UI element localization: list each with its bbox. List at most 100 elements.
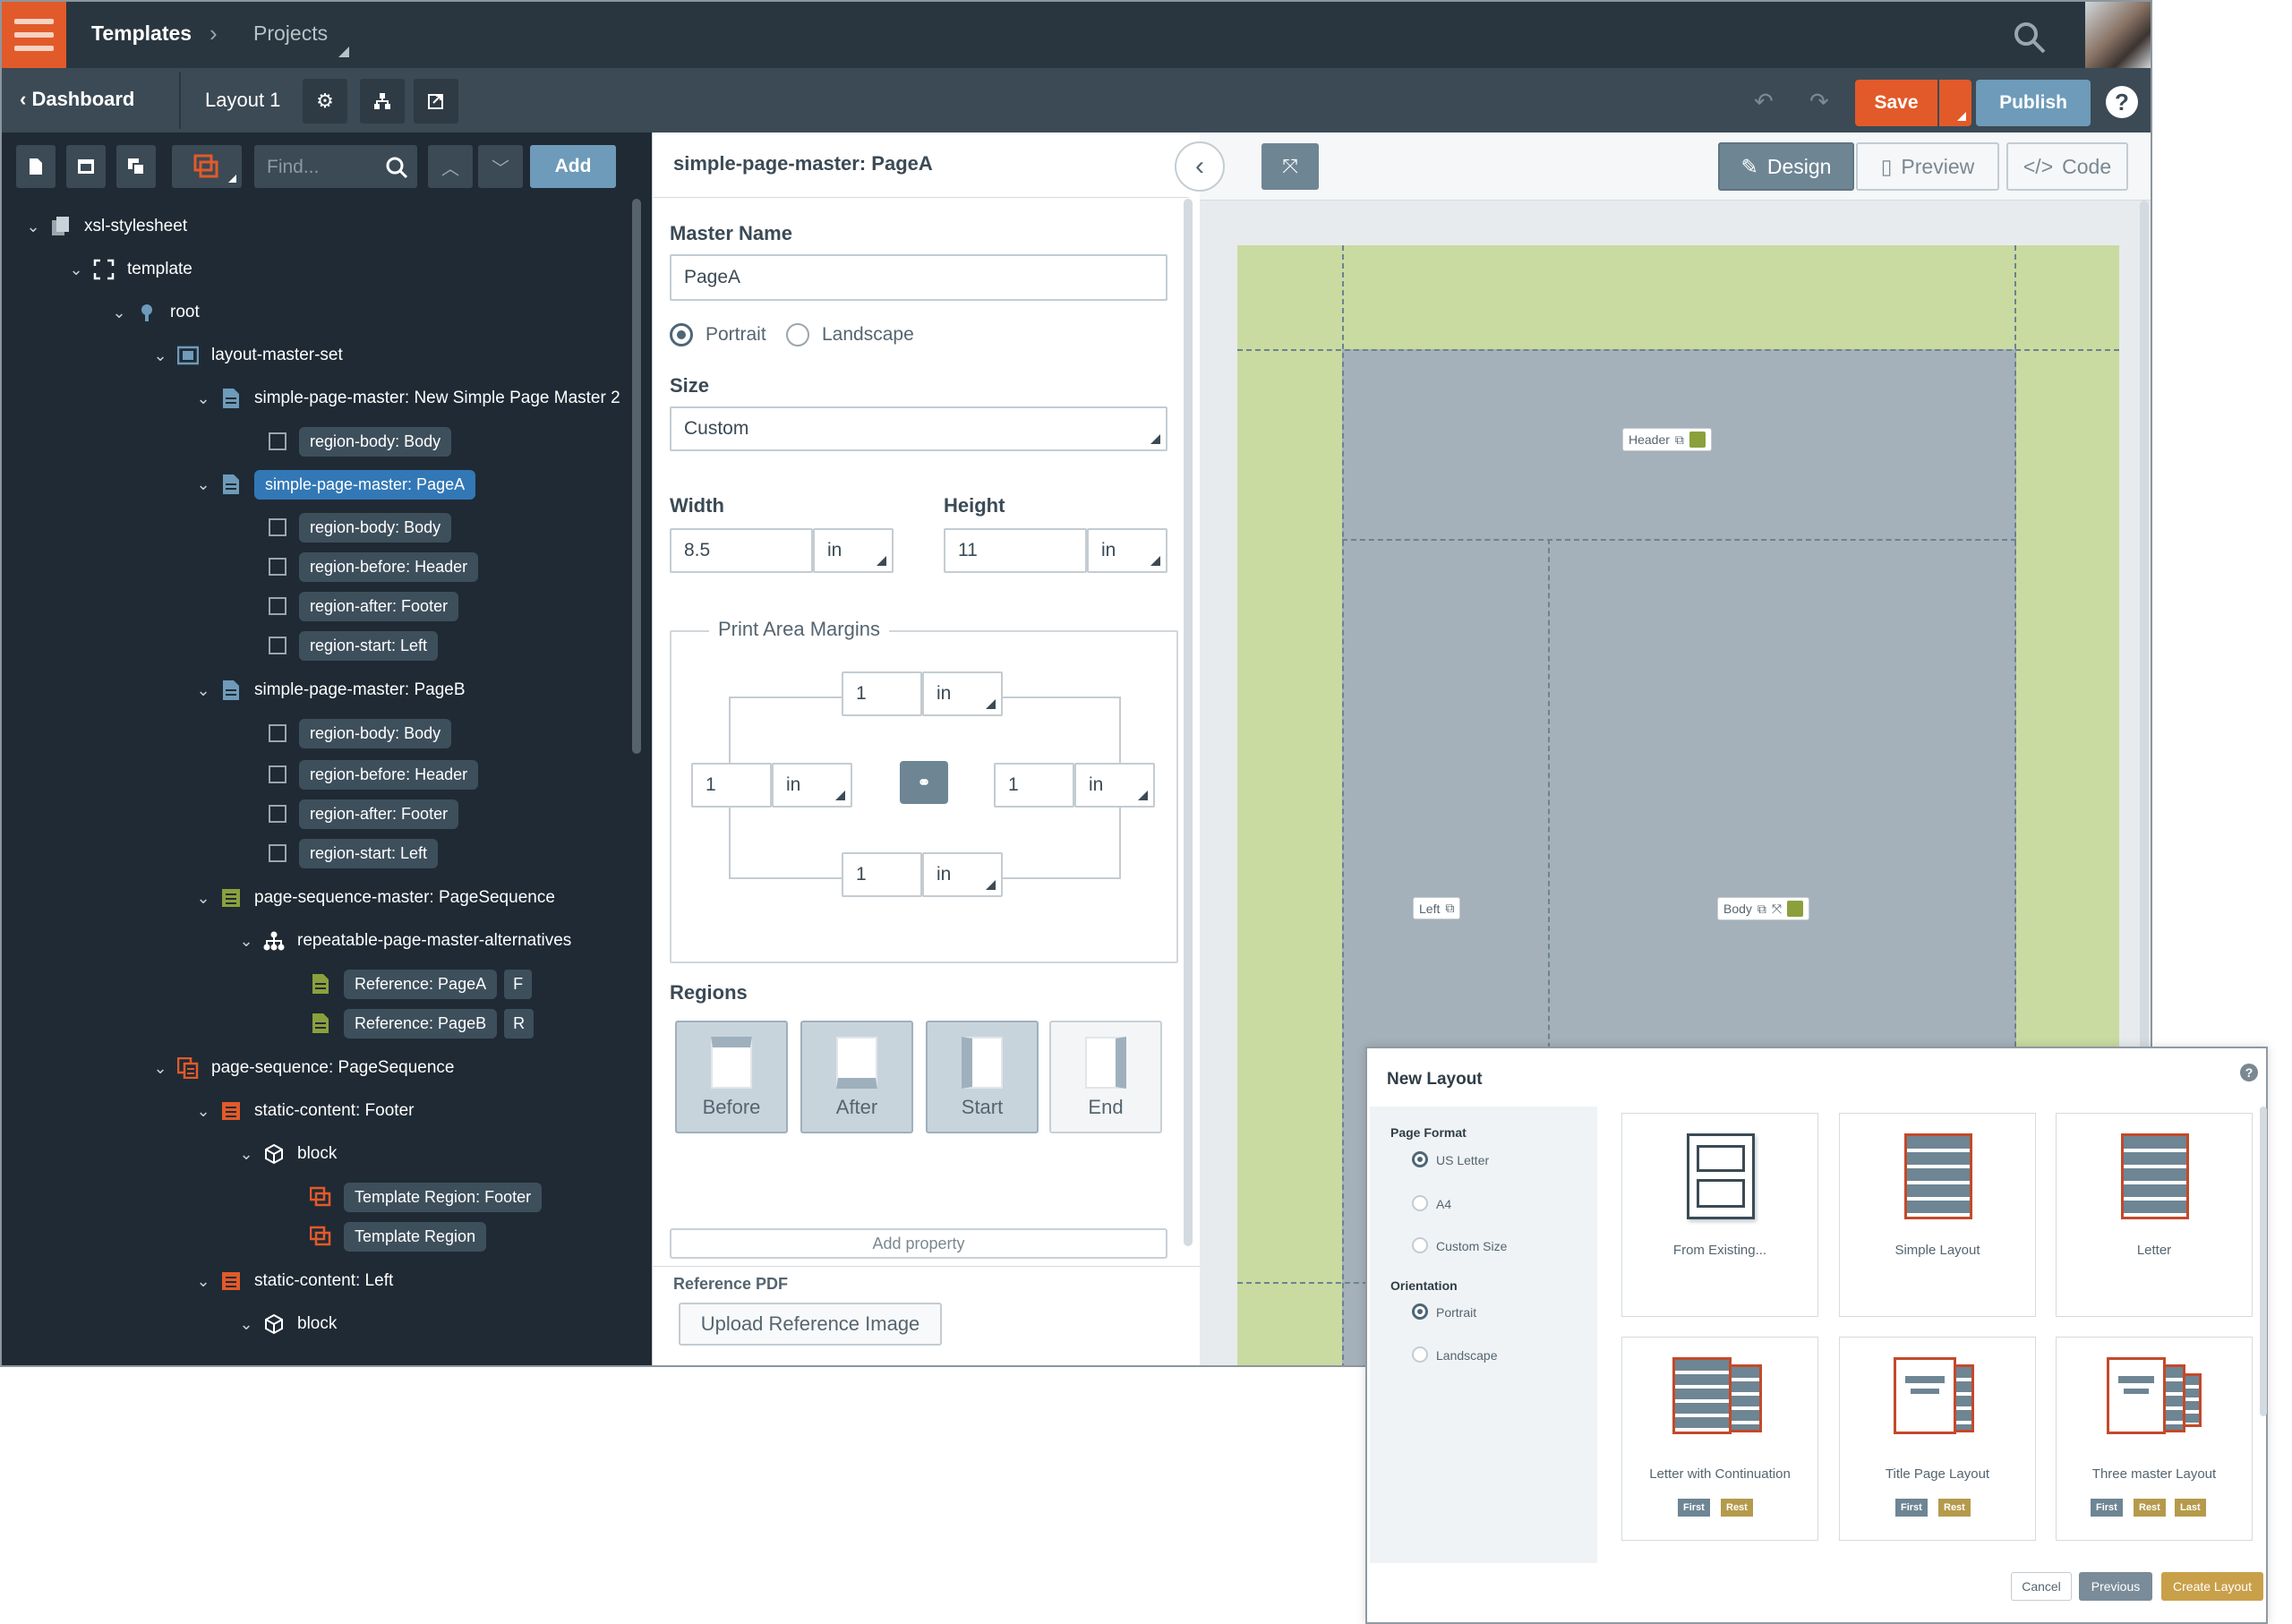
margin-left-input[interactable]: 1 [691,763,772,808]
body-region-tag[interactable]: Body ⧉ ⤧ [1717,897,1810,920]
tree-node[interactable]: ⌄ simple-page-master: New Simple Page Mas… [193,380,620,417]
move-up-button[interactable]: ︿ [428,145,473,188]
properties-scrollbar[interactable] [1184,199,1193,1246]
chevron-down-icon[interactable]: ⌄ [150,346,170,365]
width-unit-select[interactable]: in [813,528,894,573]
tree-node[interactable]: region-body: Body [269,714,452,752]
collapse-panel-chevron-left-icon[interactable]: ‹ [1175,141,1225,192]
create-layout-button[interactable]: Create Layout [2161,1572,2263,1601]
chevron-down-icon[interactable]: ⌄ [150,1059,170,1078]
new-document-icon[interactable] [16,145,56,188]
tree-node[interactable]: ⌄ simple-page-master: PageA [193,466,476,503]
dropdown-corner-icon[interactable] [338,47,349,57]
tree-node[interactable]: region-after: Footer [269,587,459,625]
orientation-portrait-radio[interactable] [1412,1303,1428,1320]
margin-right-input[interactable]: 1 [994,763,1074,808]
add-button[interactable]: Add [530,145,616,188]
tree-node[interactable]: ⌄ page-sequence-master: PageSequence [193,879,555,917]
tree-node[interactable]: ⌄ page-sequence: PageSequence [150,1049,455,1087]
tree-node[interactable]: region-start: Left [269,834,439,872]
orientation-landscape-radio[interactable] [1412,1346,1428,1363]
tab-preview[interactable]: ▯ Preview [1856,142,1999,191]
portrait-radio[interactable] [670,323,693,346]
tree-node[interactable]: ⌄ block [236,1135,337,1173]
save-dropdown-button[interactable] [1939,80,1971,126]
tree-node[interactable]: ⌄ template [66,251,192,288]
hamburger-menu-icon[interactable] [2,2,66,68]
region-after-toggle[interactable]: After [800,1021,913,1133]
region-start-toggle[interactable]: Start [926,1021,1039,1133]
chevron-down-icon[interactable]: ⌄ [193,389,213,408]
chevron-down-icon[interactable]: ⌄ [193,475,213,494]
tree-node[interactable]: region-body: Body [269,509,452,546]
tree-node[interactable]: ⌄ simple-page-master: PageB [193,671,466,709]
margin-top-unit[interactable]: in [922,671,1003,716]
margin-left-unit[interactable]: in [772,763,852,808]
breadcrumb-projects[interactable]: Projects [253,21,328,46]
tree-node[interactable]: Reference: PageB R [310,1004,535,1042]
tree-node[interactable]: ⌄ layout-master-set [150,337,343,374]
tree-node[interactable]: region-before: Header [269,548,479,585]
columns-badge-icon[interactable] [1787,901,1804,917]
help-icon[interactable]: ? [2240,1064,2258,1081]
chevron-down-icon[interactable]: ⌄ [193,1272,213,1291]
chevron-down-icon[interactable]: ⌄ [23,218,43,236]
layout-card-three-master[interactable]: Three master Layout First Rest Last [2056,1337,2253,1541]
tab-code[interactable]: </> Code [2006,142,2128,191]
tree-node[interactable]: ⌄ static-content: Footer [193,1092,414,1130]
chevron-down-icon[interactable]: ⌄ [236,1145,256,1164]
fit-to-screen-icon[interactable]: ⤧ [1261,143,1319,190]
layout-name[interactable]: Layout 1 [205,89,280,112]
tree-node[interactable]: ⌄ xsl-stylesheet [23,208,187,245]
first-flag-badge[interactable]: F [504,969,533,999]
tree-node[interactable]: Template Region [310,1218,487,1255]
dialog-scrollbar[interactable] [2260,1107,2267,1416]
rest-flag-badge[interactable]: R [504,1008,535,1039]
settings-badge-icon[interactable] [1689,432,1706,448]
help-icon[interactable]: ? [2106,86,2138,118]
format-a4-radio[interactable] [1412,1195,1428,1211]
settings-gear-icon[interactable]: ⚙ [303,79,347,124]
redo-icon[interactable]: ↷ [1809,88,1829,115]
copy-icon[interactable]: ⧉ [1675,432,1684,448]
breadcrumb-templates[interactable]: Templates [91,21,192,46]
size-select[interactable]: Custom [670,406,1167,451]
avatar[interactable] [2085,2,2151,68]
header-region-tag[interactable]: Header ⧉ [1622,428,1712,451]
tree-node[interactable]: Template Region: Footer [310,1178,543,1216]
chevron-down-icon[interactable]: ⌄ [193,889,213,908]
format-custom-size-radio[interactable] [1412,1237,1428,1253]
landscape-radio[interactable] [786,323,809,346]
chevron-down-icon[interactable]: ⌄ [66,261,86,279]
search-icon[interactable] [2012,20,2048,56]
tree-node[interactable]: Reference: PageA F [310,965,533,1003]
tree-node[interactable]: region-after: Footer [269,795,459,833]
export-icon[interactable] [414,79,458,124]
tree-node[interactable]: ⌄ static-content: Left [193,1262,393,1300]
publish-button[interactable]: Publish [1976,80,2091,126]
undo-icon[interactable]: ↶ [1754,88,1774,115]
chevron-down-icon[interactable]: ⌄ [236,1315,256,1334]
height-input[interactable]: 11 [944,528,1087,573]
layout-card-title-page[interactable]: Title Page Layout First Rest [1839,1337,2036,1541]
upload-reference-image-button[interactable]: Upload Reference Image [679,1303,942,1346]
find-input[interactable]: Find... [254,145,417,188]
expand-icon[interactable]: ⤧ [1772,902,1782,917]
format-us-letter-radio[interactable] [1412,1151,1428,1167]
layout-card-letter-continuation[interactable]: Letter with Continuation First Rest [1621,1337,1818,1541]
tab-design[interactable]: ✎ Design [1718,142,1854,191]
left-region-tag[interactable]: Left ⧉ [1413,897,1461,919]
master-name-input[interactable]: PageA [670,254,1167,301]
copy-icon[interactable]: ⧉ [1445,901,1454,916]
cancel-button[interactable]: Cancel [2011,1572,2072,1601]
tree-node[interactable]: region-body: Body [269,423,452,460]
chevron-down-icon[interactable]: ⌄ [193,1102,213,1121]
link-margins-icon[interactable]: ⚭ [900,761,948,804]
margin-top-input[interactable]: 1 [842,671,922,716]
width-input[interactable]: 8.5 [670,528,813,573]
tree-node[interactable]: region-start: Left [269,627,439,664]
tree-node[interactable]: region-before: Header [269,756,479,793]
tree-node[interactable]: ⌄ repeatable-page-master-alternatives [236,922,571,960]
chevron-down-icon[interactable]: ⌄ [193,681,213,700]
tree-node[interactable]: ⌄ root [109,294,200,331]
